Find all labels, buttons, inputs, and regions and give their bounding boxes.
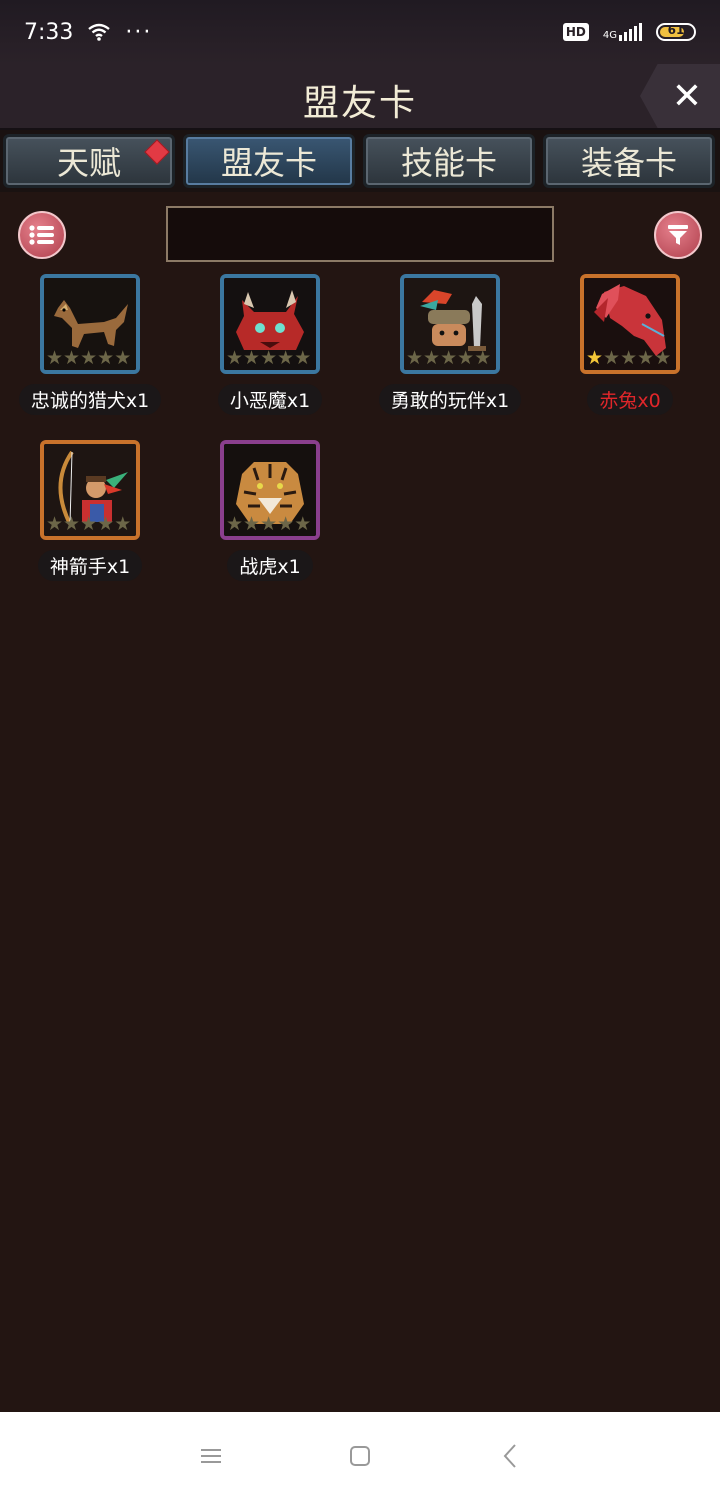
hd-badge: HD — [562, 23, 589, 41]
card-name: 赤兔x0 — [587, 384, 673, 415]
tab-skill-cards[interactable]: 技能卡 — [363, 134, 535, 188]
status-bar: 7:33 ··· HD 4G 61 — [0, 0, 720, 64]
card-frame: ★ ★ ★ ★ ★ — [220, 274, 320, 374]
status-left: 7:33 ··· — [24, 20, 152, 45]
system-nav-bar — [0, 1412, 720, 1499]
signal-group: 4G — [603, 23, 642, 41]
close-icon: ✕ — [671, 75, 703, 117]
list-button[interactable] — [18, 211, 66, 259]
card-frame: ★ ★ ★ ★ ★ — [580, 274, 680, 374]
tab-label: 技能卡 — [400, 144, 497, 182]
status-right: HD 4G 61 — [562, 23, 696, 41]
tab-talent[interactable]: 天赋 — [3, 134, 175, 188]
star-rating: ★ ★ ★ ★ ★ — [586, 347, 672, 369]
ally-card-archer[interactable]: ★ ★ ★ ★ ★ 神箭手x1 — [0, 440, 180, 590]
battery-level: 61 — [667, 23, 685, 37]
back-icon — [503, 1444, 516, 1468]
tab-label: 天赋 — [56, 144, 121, 182]
card-frame: ★ ★ ★ ★ ★ — [40, 274, 140, 374]
card-frame: ★ ★ ★ ★ ★ — [400, 274, 500, 374]
filter-button[interactable] — [654, 211, 702, 259]
card-name: 神箭手x1 — [37, 550, 143, 581]
ally-card-tiger[interactable]: ★ ★ ★ ★ ★ 战虎x1 — [180, 440, 360, 590]
tab-label: 装备卡 — [580, 144, 677, 182]
star-rating: ★ ★ ★ ★ ★ — [226, 513, 312, 535]
more-dots-icon: ··· — [125, 19, 153, 45]
page-title: 盟友卡 — [302, 83, 417, 124]
list-icon — [29, 225, 54, 245]
network-type: 4G — [602, 30, 617, 41]
tab-label: 盟友卡 — [220, 144, 317, 182]
filter-icon — [668, 225, 688, 245]
battery-icon: 61 — [656, 23, 696, 41]
tab-equipment-cards[interactable]: 装备卡 — [543, 134, 715, 188]
star-rating: ★ ★ ★ ★ ★ — [406, 347, 492, 369]
card-name: 忠诚的猎犬x1 — [18, 384, 162, 415]
ally-card-companion[interactable]: ★ ★ ★ ★ ★ 勇敢的玩伴x1 — [360, 274, 540, 424]
ally-card-imp[interactable]: ★ ★ ★ ★ ★ 小恶魔x1 — [180, 274, 360, 424]
ally-card-hound[interactable]: ★ ★ ★ ★ ★ 忠诚的猎犬x1 — [0, 274, 180, 424]
signal-icon — [619, 23, 642, 41]
card-name: 战虎x1 — [227, 550, 313, 581]
home-icon — [350, 1446, 370, 1466]
tab-bar: 天赋 盟友卡 技能卡 装备卡 — [0, 130, 720, 192]
card-frame: ★ ★ ★ ★ ★ — [40, 440, 140, 540]
wifi-icon — [88, 23, 111, 41]
tab-ally-cards[interactable]: 盟友卡 — [183, 134, 355, 188]
star-rating: ★ ★ ★ ★ ★ — [46, 513, 132, 535]
back-button[interactable] — [497, 1442, 525, 1470]
card-frame: ★ ★ ★ ★ ★ — [220, 440, 320, 540]
star-rating: ★ ★ ★ ★ ★ — [226, 347, 312, 369]
card-name: 勇敢的玩伴x1 — [378, 384, 522, 415]
title-bar: 盟友卡 ✕ — [0, 64, 720, 130]
card-name: 小恶魔x1 — [217, 384, 323, 415]
home-button[interactable] — [346, 1442, 374, 1470]
star-rating: ★ ★ ★ ★ ★ — [46, 347, 132, 369]
search-input[interactable] — [166, 206, 554, 262]
ally-card-red-horse[interactable]: ★ ★ ★ ★ ★ 赤兔x0 — [540, 274, 720, 424]
notification-badge — [144, 139, 170, 165]
menu-icon — [201, 1449, 221, 1463]
menu-button[interactable] — [197, 1442, 225, 1470]
status-time: 7:33 — [24, 19, 74, 45]
